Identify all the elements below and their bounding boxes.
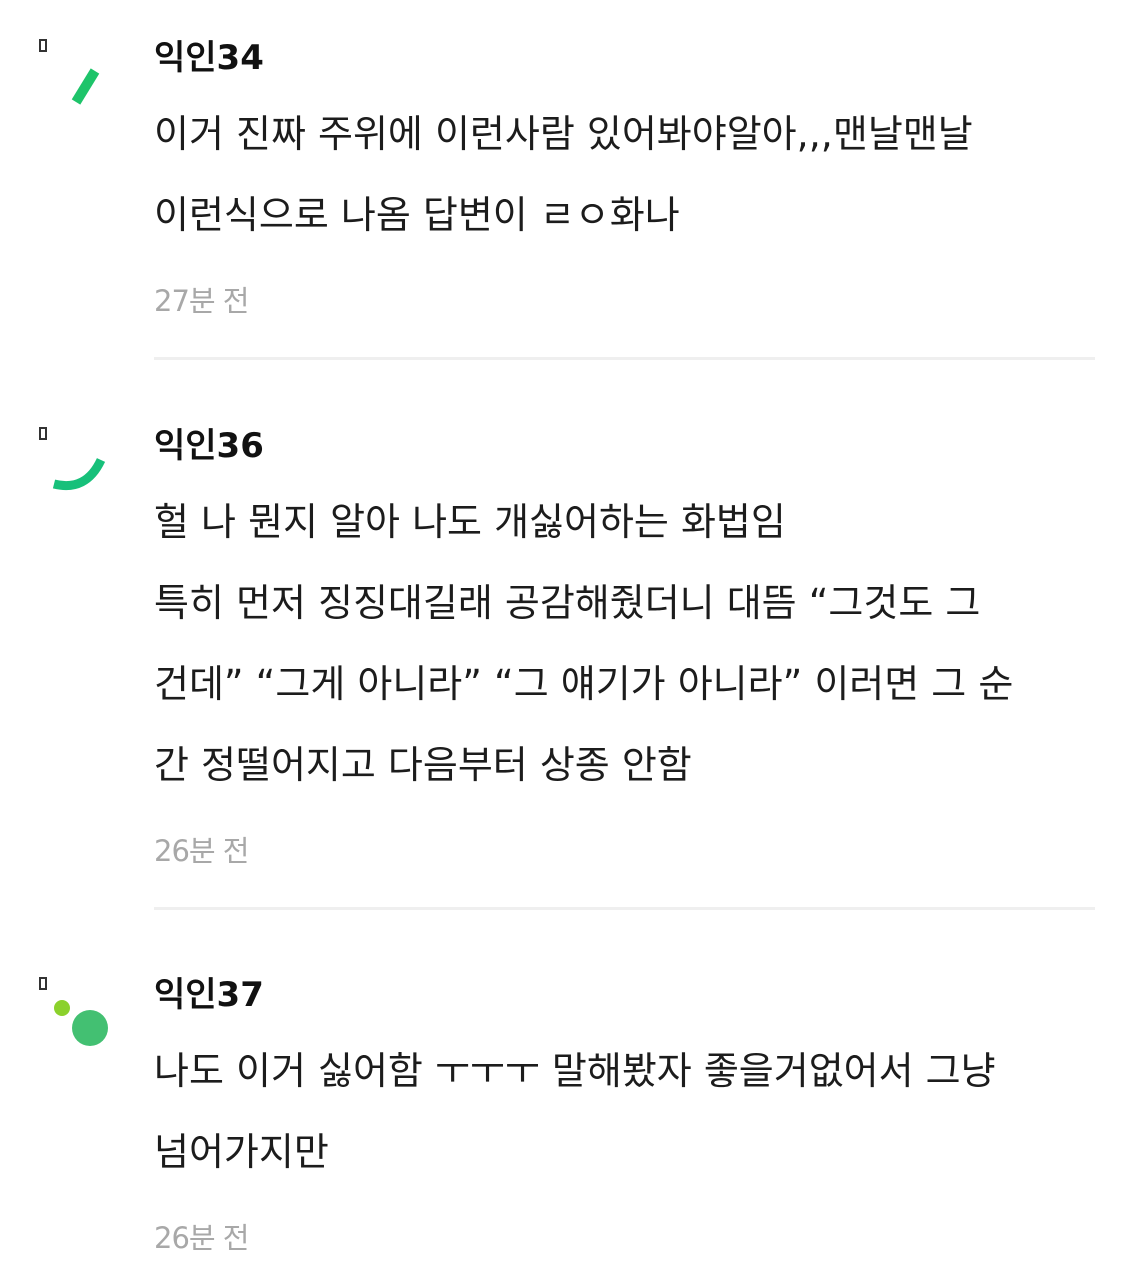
comment-line: 이런식으로 나옴 답변이 ㄹㅇ화나 xyxy=(154,193,680,237)
comment-line: 간 정떨어지고 다음부터 상종 안함 xyxy=(154,743,692,787)
comment-author[interactable]: 익인34 xyxy=(154,38,264,78)
comment-timestamp: 27분 전 xyxy=(154,284,249,318)
divider xyxy=(154,907,1095,910)
comment-line: 나도 이거 싫어함 ㅜㅜㅜ 말해봤자 좋을거없어서 그냥 xyxy=(154,1049,996,1093)
arc-icon xyxy=(39,427,106,490)
comment-body: 헐 나 뭔지 알아 나도 개싫어하는 화법임 특히 먼저 징징대길래 공감해줬더… xyxy=(154,482,1099,806)
divider xyxy=(154,357,1095,360)
comment-line: 건데” “그게 아니라” “그 얘기가 아니라” 이러면 그 순 xyxy=(154,662,1014,706)
avatar[interactable] xyxy=(34,424,124,514)
avatar[interactable] xyxy=(34,36,124,126)
comment-line: 특히 먼저 징징대길래 공감해줬더니 대뜸 “그것도 그 xyxy=(154,581,981,625)
avatar[interactable] xyxy=(34,974,124,1064)
comment-author[interactable]: 익인36 xyxy=(154,426,264,466)
comment-line: 헐 나 뭔지 알아 나도 개싫어하는 화법임 xyxy=(154,500,786,544)
comment-author[interactable]: 익인37 xyxy=(154,975,264,1015)
comment-line: 넘어가지만 xyxy=(154,1130,329,1174)
dots-icon xyxy=(39,977,108,1046)
comment-body: 이거 진짜 주위에 이런사람 있어봐야알아,,,맨날맨날 이런식으로 나옴 답변… xyxy=(154,94,1099,256)
comment-line: 이거 진짜 주위에 이런사람 있어봐야알아,,,맨날맨날 xyxy=(154,112,973,156)
comment-timestamp: 26분 전 xyxy=(154,834,249,868)
slash-icon xyxy=(39,39,100,105)
comment-body: 나도 이거 싫어함 ㅜㅜㅜ 말해봤자 좋을거없어서 그냥 넘어가지만 xyxy=(154,1031,1099,1193)
comment-timestamp: 26분 전 xyxy=(154,1221,249,1255)
